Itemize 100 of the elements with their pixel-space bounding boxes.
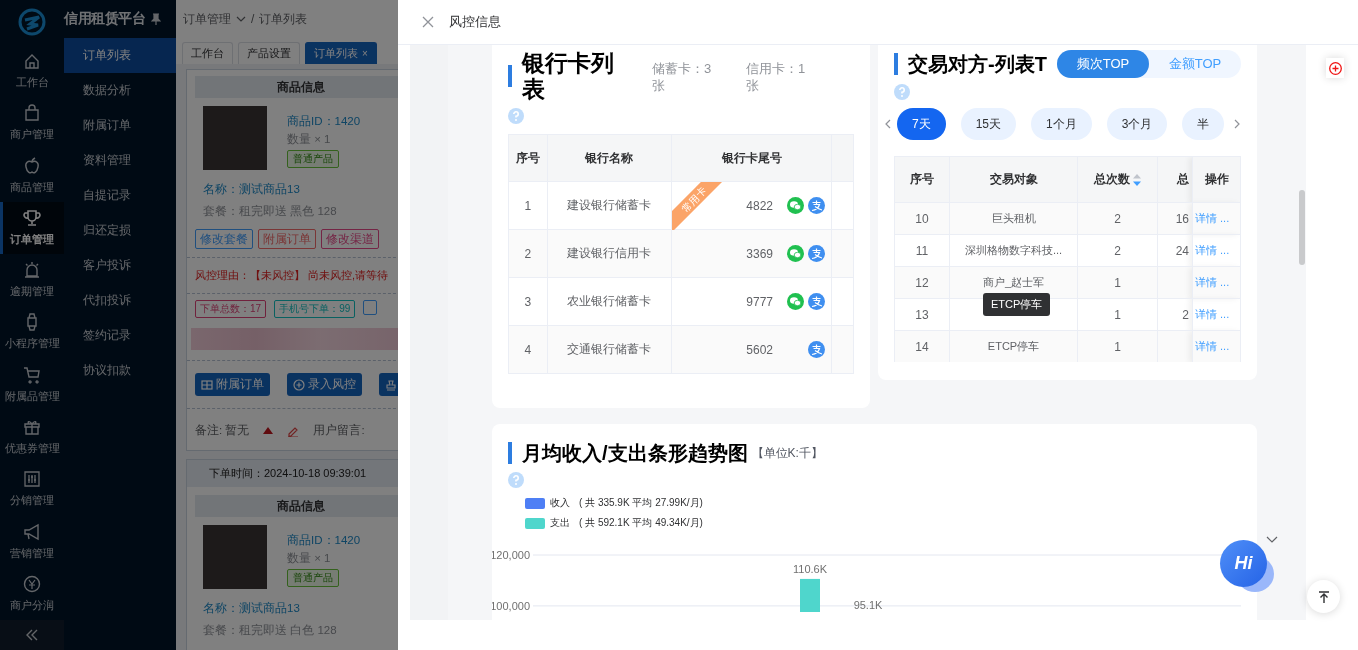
- tab[interactable]: 工作台: [182, 42, 233, 64]
- column-header: 银行卡尾号: [671, 134, 832, 182]
- pin-icon: [151, 13, 161, 25]
- order-button[interactable]: 附属订单: [195, 373, 270, 396]
- details-link[interactable]: 详情 ...: [1192, 298, 1241, 331]
- card-title: 月均收入/支出条形趋势图: [522, 441, 748, 466]
- menu-item[interactable]: 归还定损: [64, 213, 176, 248]
- action-button[interactable]: 修改套餐: [195, 229, 253, 249]
- table-cell: 2: [1157, 298, 1193, 331]
- add-button[interactable]: [1326, 58, 1344, 78]
- table-cell: 1: [1077, 266, 1158, 299]
- chevron-down-icon[interactable]: [1266, 536, 1278, 544]
- menu-item[interactable]: 代扣投诉: [64, 283, 176, 318]
- card-title: 银行卡列表: [522, 50, 615, 102]
- nav-item[interactable]: 优惠券管理: [0, 410, 64, 464]
- nav-item[interactable]: 附属品管理: [0, 358, 64, 411]
- breadcrumb-separator: /: [251, 12, 255, 26]
- product-id: 商品ID：1420: [287, 114, 361, 129]
- double-chevron-icon: [25, 629, 39, 642]
- table-cell: 4: [508, 325, 548, 374]
- menu-item[interactable]: 自提记录: [64, 178, 176, 213]
- menu-item[interactable]: 协议扣款: [64, 353, 176, 388]
- period-pill[interactable]: 7天: [897, 108, 946, 140]
- menu-item[interactable]: 数据分析: [64, 73, 176, 108]
- table-cell: 12: [894, 266, 950, 299]
- sliders-icon: [23, 470, 41, 489]
- product-id: 商品ID：1420: [287, 533, 361, 548]
- details-link[interactable]: 详情 ...: [1192, 202, 1241, 235]
- card-title: 交易对方-列表T: [908, 52, 1047, 77]
- tab-close-button[interactable]: ×: [362, 48, 368, 59]
- card-number: 3369: [746, 246, 773, 261]
- menu-item[interactable]: 客户投诉: [64, 248, 176, 283]
- table-cell: 14: [894, 330, 950, 362]
- action-button[interactable]: 修改渠道: [321, 229, 379, 249]
- table-cell: 2: [1077, 234, 1158, 267]
- card-number: 4822: [746, 198, 773, 213]
- photo-placeholder: [203, 106, 267, 170]
- nav-item[interactable]: 小程序管理: [0, 306, 64, 359]
- toggle-option[interactable]: 金额TOP: [1149, 50, 1241, 78]
- nav-item[interactable]: 商户分润: [0, 567, 64, 620]
- product-tag: 普通产品: [287, 150, 339, 168]
- menu-item[interactable]: 附属订单: [64, 108, 176, 143]
- triangle-up-icon[interactable]: [263, 427, 274, 434]
- details-link[interactable]: 详情 ...: [1192, 234, 1241, 267]
- home-icon: [23, 52, 41, 71]
- nav-item[interactable]: 工作台: [0, 44, 64, 98]
- column-header: 操作: [1192, 156, 1241, 203]
- scrollbar-thumb[interactable]: [1299, 190, 1305, 265]
- cart-icon: [23, 365, 41, 384]
- nav-item[interactable]: 订单管理: [0, 201, 64, 255]
- order-button[interactable]: [379, 373, 398, 396]
- back-to-top-button[interactable]: [1307, 580, 1340, 613]
- breadcrumb-link[interactable]: 订单管理: [183, 10, 231, 28]
- order-button[interactable]: 录入风控: [287, 373, 362, 396]
- nav-item[interactable]: 分销管理: [0, 463, 64, 516]
- nav-item[interactable]: 商品管理: [0, 149, 64, 202]
- help-icon: [894, 84, 910, 100]
- menu-item[interactable]: 签约记录: [64, 318, 176, 353]
- help-icon: [508, 108, 524, 124]
- title-accent-bar: [894, 53, 898, 75]
- nav-item[interactable]: 逾期管理: [0, 254, 64, 307]
- section-title: 商品信息: [195, 76, 398, 98]
- menu-item[interactable]: 订单列表: [64, 38, 176, 73]
- close-icon: [422, 16, 434, 28]
- nav-item[interactable]: 商户管理: [0, 97, 64, 150]
- app-title: 信用租赁平台: [64, 10, 145, 28]
- sort-icon[interactable]: [1133, 173, 1141, 186]
- column-header: 交易对象: [949, 156, 1078, 203]
- chevron-left-icon[interactable]: [885, 119, 891, 129]
- toggle-option[interactable]: 频次TOP: [1057, 50, 1149, 78]
- close-button[interactable]: [422, 16, 434, 28]
- legend-summary: ( 共 335.9K 平均 27.99K/月): [579, 496, 703, 510]
- period-pill[interactable]: 半: [1182, 108, 1225, 140]
- stat-tag: 手机号下单：99: [274, 300, 356, 318]
- period-pill[interactable]: 1个月: [1031, 108, 1092, 140]
- table-cell: 24: [1157, 234, 1193, 267]
- tab[interactable]: 产品设置: [238, 42, 300, 64]
- chevron-right-icon[interactable]: [1234, 119, 1240, 129]
- collapse-button[interactable]: [0, 620, 64, 650]
- period-pill[interactable]: 3个月: [1106, 108, 1168, 140]
- alarm-icon: [23, 261, 41, 280]
- arrow-up-icon: [1318, 590, 1329, 603]
- plus-circle-icon: [293, 378, 305, 391]
- table-cell: 10: [894, 202, 950, 235]
- table-cell: 建设银行信用卡: [547, 229, 672, 278]
- menu-item[interactable]: 资料管理: [64, 143, 176, 178]
- product-name: 名称：测试商品13: [202, 601, 301, 616]
- plus-circle-icon: [1328, 61, 1342, 75]
- action-button[interactable]: 附属订单: [258, 229, 316, 249]
- drawer-title: 风控信息: [449, 13, 501, 31]
- period-pill[interactable]: 15天: [960, 108, 1017, 140]
- nav-item[interactable]: 营销管理: [0, 515, 64, 568]
- column-header: 序号: [894, 156, 950, 203]
- details-link[interactable]: 详情 ...: [1192, 266, 1241, 299]
- tab[interactable]: 订单列表 ×: [305, 42, 377, 64]
- breadcrumb-link[interactable]: 订单列表: [259, 10, 308, 28]
- photo-placeholder: [203, 525, 267, 589]
- details-link[interactable]: 详情 ...: [1192, 330, 1241, 362]
- column-header: 序号: [508, 134, 548, 182]
- table-cell: 农业银行储蓄卡: [547, 277, 672, 326]
